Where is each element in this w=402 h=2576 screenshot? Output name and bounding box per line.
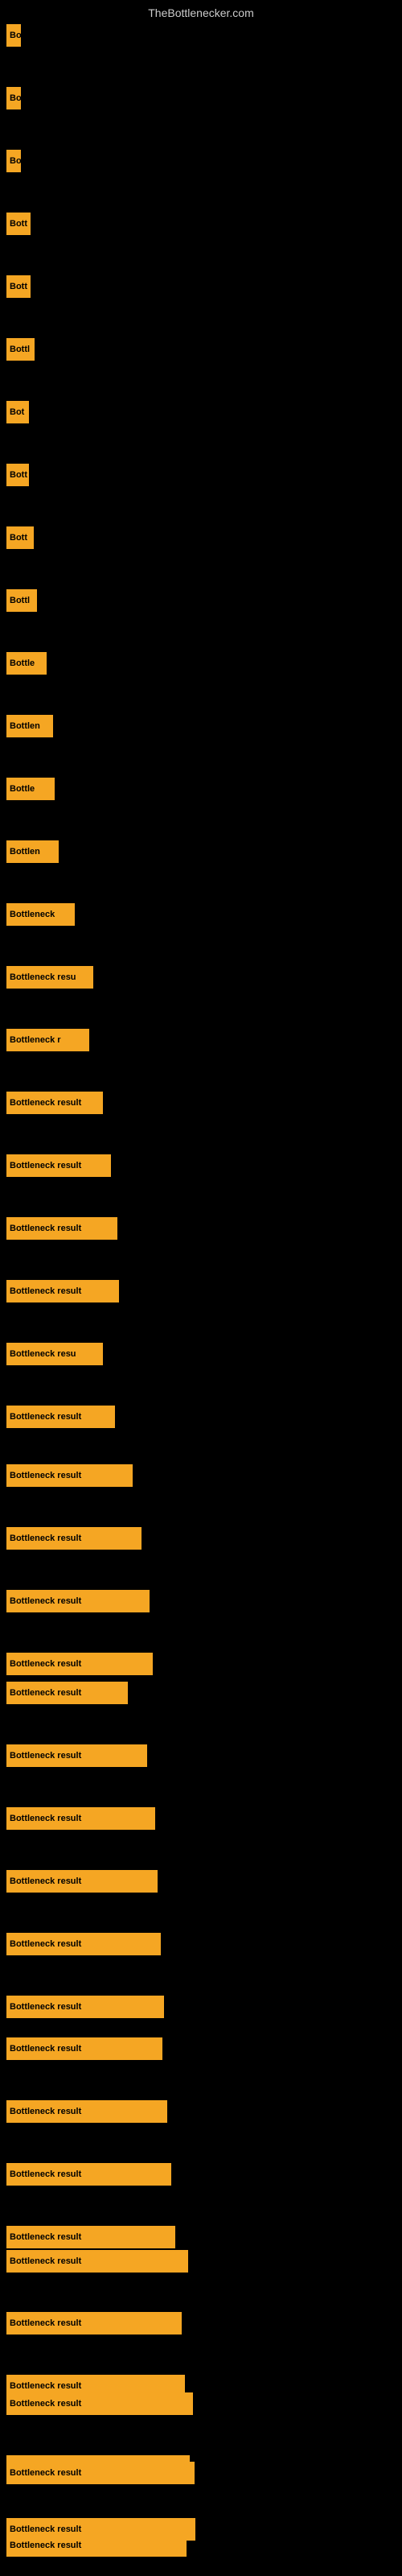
bar-label: Bottleneck result <box>10 2541 81 2550</box>
bar-item: Bott <box>6 213 31 235</box>
bar-item: Bottleneck result <box>6 1154 111 1177</box>
bar-label: Bottleneck result <box>10 1534 81 1543</box>
bar-label: Bottleneck result <box>10 2044 81 2054</box>
bar-label: Bottleneck resu <box>10 1349 76 1359</box>
bar-label: Bottleneck result <box>10 1161 81 1170</box>
bar-label: Bottl <box>10 596 30 605</box>
bar-item: Bottl <box>6 338 35 361</box>
bar-item: Bottleneck result <box>6 2250 188 2273</box>
bar-label: Bottleneck result <box>10 2107 81 2116</box>
bar-item: Bottl <box>6 589 37 612</box>
bar-item: Bottleneck result <box>6 1217 117 1240</box>
bar-label: Bottleneck result <box>10 2256 81 2266</box>
bar-item: Bott <box>6 464 29 486</box>
bar-label: Bottleneck r <box>10 1035 61 1045</box>
bar-label: Bottleneck result <box>10 1224 81 1233</box>
bar-label: Bottleneck result <box>10 2468 81 2478</box>
bar-item: Bottleneck result <box>6 2163 171 2186</box>
bar-item: Bottlen <box>6 715 53 737</box>
bar-item: Bot <box>6 401 29 423</box>
bar-item: Bottleneck result <box>6 2312 182 2334</box>
bar-item: Bottleneck result <box>6 1933 161 1955</box>
bar-item: Bottleneck result <box>6 1682 128 1704</box>
bar-item: Bottleneck resu <box>6 966 93 989</box>
bar-item: Bottleneck result <box>6 2100 167 2123</box>
bar-label: Bottl <box>10 345 30 354</box>
bar-label: Bottleneck result <box>10 1876 81 1886</box>
bar-item: Bo <box>6 87 21 109</box>
bar-item: Bottleneck result <box>6 1092 103 1114</box>
bar-item: Bottleneck result <box>6 2462 195 2484</box>
bar-label: Bottleneck result <box>10 2169 81 2179</box>
bar-label: Bottleneck result <box>10 1596 81 1606</box>
bar-label: Bott <box>10 470 27 480</box>
bar-item: Bottleneck result <box>6 2392 193 2415</box>
bar-label: Bottle <box>10 658 35 668</box>
bar-item: Bottleneck resu <box>6 1343 103 1365</box>
bar-item: Bottleneck result <box>6 1464 133 1487</box>
bar-item: Bottleneck result <box>6 1280 119 1302</box>
bar-item: Bottlen <box>6 840 59 863</box>
bar-label: Bottleneck result <box>10 1098 81 1108</box>
bar-item: Bottleneck r <box>6 1029 89 1051</box>
bar-label: Bottleneck result <box>10 2381 81 2391</box>
bar-item: Bottleneck result <box>6 1406 115 1428</box>
bar-label: Bottleneck result <box>10 1286 81 1296</box>
bar-label: Bottleneck result <box>10 1751 81 1761</box>
bar-label: Bottleneck result <box>10 2318 81 2328</box>
bar-item: Bottleneck result <box>6 1653 153 1675</box>
bar-item: Bott <box>6 275 31 298</box>
bar-item: Bott <box>6 526 34 549</box>
bar-label: Bottleneck result <box>10 2399 81 2409</box>
site-title: TheBottlenecker.com <box>0 0 402 23</box>
bar-label: Bottleneck result <box>10 1412 81 1422</box>
bar-item: Bottleneck result <box>6 2534 187 2557</box>
bar-label: Bottle <box>10 784 35 794</box>
bar-label: Bottlen <box>10 721 40 731</box>
bar-label: Bo <box>10 93 21 103</box>
bar-label: Bot <box>10 156 21 166</box>
bar-label: Bott <box>10 219 27 229</box>
bar-label: Bottleneck result <box>10 1659 81 1669</box>
bar-item: Bottleneck result <box>6 1807 155 1830</box>
bar-item: Bottleneck result <box>6 1527 142 1550</box>
bar-label: Bott <box>10 533 27 543</box>
bar-item: Bottle <box>6 652 47 675</box>
bar-label: Bottlen <box>10 847 40 857</box>
bar-label: Bottleneck result <box>10 1939 81 1949</box>
bar-label: Bot <box>10 407 24 417</box>
bar-item: Bot <box>6 150 21 172</box>
bar-item: Bottleneck result <box>6 1870 158 1893</box>
bar-label: Bottleneck result <box>10 1814 81 1823</box>
bar-label: Bott <box>10 282 27 291</box>
bar-label: Bottleneck result <box>10 2002 81 2012</box>
bar-item: Bo <box>6 24 21 47</box>
bar-item: Bottleneck result <box>6 1996 164 2018</box>
bar-label: Bo <box>10 31 21 40</box>
bar-label: Bottleneck result <box>10 2232 81 2242</box>
bar-label: Bottleneck <box>10 910 55 919</box>
bar-label: Bottleneck result <box>10 2524 81 2534</box>
bar-item: Bottleneck result <box>6 2226 175 2248</box>
bar-item: Bottleneck result <box>6 1590 150 1612</box>
bar-item: Bottleneck <box>6 903 75 926</box>
bar-label: Bottleneck result <box>10 1688 81 1698</box>
bar-item: Bottleneck result <box>6 1744 147 1767</box>
bar-item: Bottleneck result <box>6 2037 162 2060</box>
bar-label: Bottleneck result <box>10 1471 81 1480</box>
bar-item: Bottle <box>6 778 55 800</box>
bar-label: Bottleneck resu <box>10 972 76 982</box>
